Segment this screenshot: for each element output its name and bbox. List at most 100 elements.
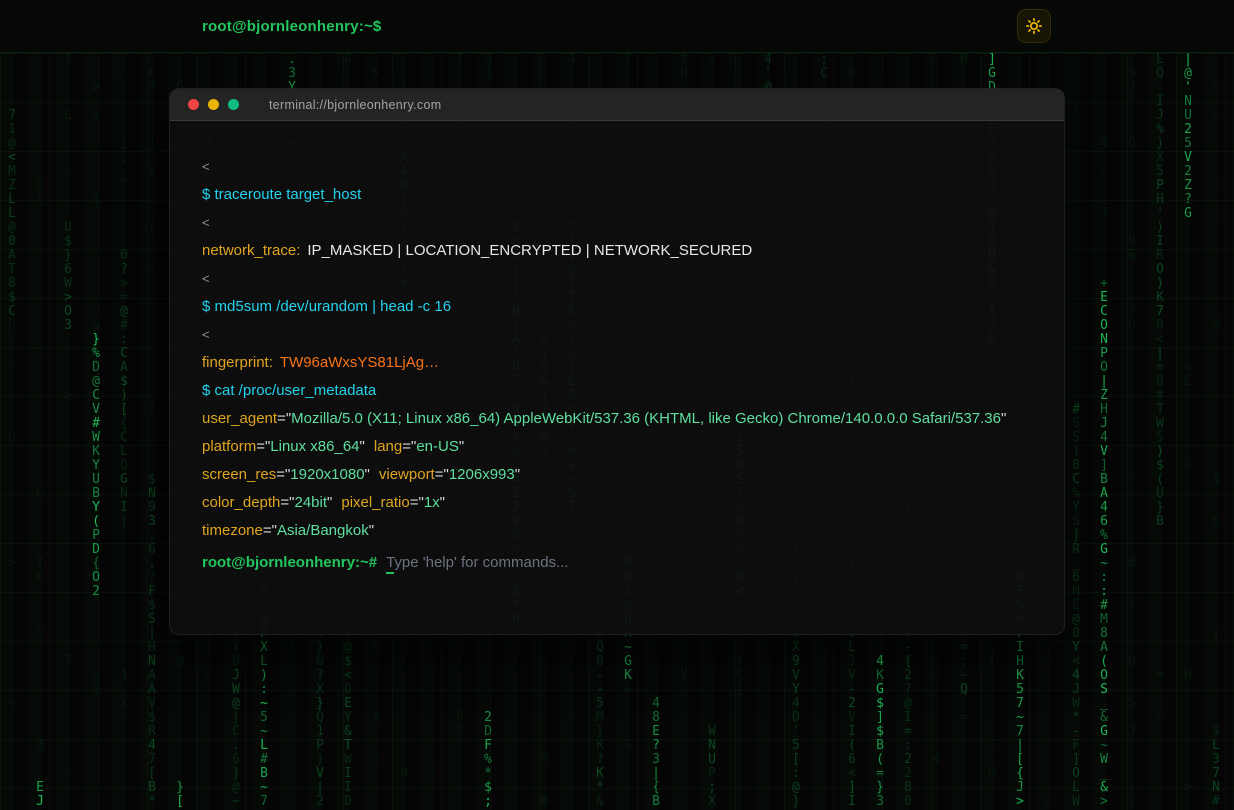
maximize-button[interactable] [228, 99, 239, 110]
matrix-glyph: # [256, 753, 272, 767]
matrix-glyph: { [648, 781, 664, 795]
matrix-glyph: ~ [256, 725, 272, 739]
matrix-glyph: T [340, 739, 356, 753]
matrix-glyph: F [144, 67, 160, 81]
terminal-window-title: terminal://bjornleonhenry.com [269, 98, 441, 112]
matrix-glyph: % [564, 711, 580, 725]
matrix-glyph: * [144, 795, 160, 809]
prompt-line: root@bjornleonhenry:~#Type 'help' for co… [202, 551, 1032, 575]
sun-icon [1025, 17, 1043, 35]
matrix-glyph: 5 [1124, 697, 1140, 711]
matrix-glyph: I [340, 781, 356, 795]
matrix-glyph: ' [788, 725, 804, 739]
matrix-glyph: ] [508, 697, 524, 711]
matrix-glyph: X [256, 641, 272, 655]
equals-sign: = [276, 466, 285, 483]
matrix-glyph: Q [1152, 67, 1168, 81]
close-quote: " [440, 494, 445, 511]
matrix-glyph: E [340, 697, 356, 711]
matrix-glyph: : [256, 67, 272, 81]
metadata-value: 1920x1080 [290, 466, 364, 483]
matrix-glyph: | [1180, 53, 1196, 67]
matrix-glyph: P [704, 767, 720, 781]
matrix-glyph: 7 [1208, 767, 1224, 781]
matrix-glyph: > [1180, 781, 1196, 795]
matrix-glyph: } [228, 767, 244, 781]
matrix-glyph: ? [900, 683, 916, 697]
matrix-glyph: | [1124, 795, 1140, 809]
matrix-glyph: ? [312, 669, 328, 683]
matrix-glyph: F [480, 739, 496, 753]
matrix-glyph: A [368, 711, 384, 725]
matrix-glyph: 9 [788, 655, 804, 669]
equals-sign: = [256, 438, 265, 455]
matrix-glyph: I [984, 655, 1000, 669]
matrix-glyph: ? [1152, 697, 1168, 711]
metadata-value: 1206x993 [449, 466, 515, 483]
matrix-glyph: $ [676, 53, 692, 67]
matrix-glyph: I [844, 725, 860, 739]
matrix-glyph: } [312, 697, 328, 711]
matrix-glyph: ] [844, 781, 860, 795]
matrix-glyph: B [900, 781, 916, 795]
matrix-glyph: < [1068, 655, 1084, 669]
equals-sign: = [277, 410, 286, 427]
matrix-glyph: I [900, 711, 916, 725]
matrix-glyph: 7 [1012, 697, 1028, 711]
matrix-glyph: ; [956, 655, 972, 669]
matrix-glyph: - [1068, 725, 1084, 739]
matrix-glyph: K [1012, 669, 1028, 683]
minimize-button[interactable] [208, 99, 219, 110]
matrix-glyph: { [900, 655, 916, 669]
matrix-glyph: J [1068, 683, 1084, 697]
equals-sign: = [410, 494, 419, 511]
matrix-glyph: : [788, 767, 804, 781]
matrix-glyph: . [228, 739, 244, 753]
matrix-glyph: N [312, 655, 328, 669]
matrix-glyph: G [1096, 725, 1112, 739]
output-line: fingerprint:TW96aWxsYS81LjAg… [202, 351, 1032, 375]
matrix-glyph: H [1012, 655, 1028, 669]
close-button[interactable] [188, 99, 199, 110]
matrix-glyph: 9 [396, 767, 412, 781]
matrix-glyph: Q [312, 711, 328, 725]
metadata-key: timezone [202, 522, 263, 539]
matrix-glyph: = [956, 641, 972, 655]
matrix-glyph: U [704, 753, 720, 767]
matrix-glyph: X [116, 697, 132, 711]
matrix-glyph: K [368, 67, 384, 81]
metadata-key: platform [202, 438, 256, 455]
matrix-glyph: } [872, 781, 888, 795]
matrix-glyph: 9 [424, 767, 440, 781]
matrix-glyph: X [788, 641, 804, 655]
close-quote: " [515, 466, 520, 483]
matrix-glyph: 2 [900, 753, 916, 767]
matrix-glyph: . [284, 53, 300, 67]
matrix-glyph: I [452, 53, 468, 67]
metadata-line: user_agent="Mozilla/5.0 (X11; Linux x86_… [202, 407, 1032, 431]
matrix-glyph: ; [704, 781, 720, 795]
matrix-glyph: * [592, 781, 608, 795]
terminal-window-header: terminal://bjornleonhenry.com [170, 89, 1064, 121]
matrix-glyph: ( [1096, 655, 1112, 669]
matrix-glyph: H [1180, 669, 1196, 683]
matrix-glyph: 3 [368, 753, 384, 767]
matrix-glyph: _ [1096, 767, 1112, 781]
close-quote: " [360, 438, 365, 455]
matrix-glyph: C [816, 67, 832, 81]
matrix-glyph: 7 [816, 655, 832, 669]
output-key: fingerprint: [202, 354, 273, 371]
matrix-glyph: G [984, 67, 1000, 81]
metadata-key: pixel_ratio [341, 494, 409, 511]
matrix-glyph: K [620, 669, 636, 683]
terminal-output-area[interactable]: <$ traceroute target_host<network_trace:… [170, 121, 1064, 635]
matrix-glyph: : [900, 739, 916, 753]
theme-toggle-button[interactable] [1017, 9, 1051, 43]
matrix-glyph: ' [760, 67, 776, 81]
matrix-glyph: R [144, 725, 160, 739]
metadata-line: color_depth="24bit"pixel_ratio="1x" [202, 491, 1032, 515]
matrix-glyph: X [704, 795, 720, 809]
matrix-glyph: W [228, 683, 244, 697]
matrix-glyph: S [1096, 683, 1112, 697]
matrix-glyph: N [1208, 781, 1224, 795]
